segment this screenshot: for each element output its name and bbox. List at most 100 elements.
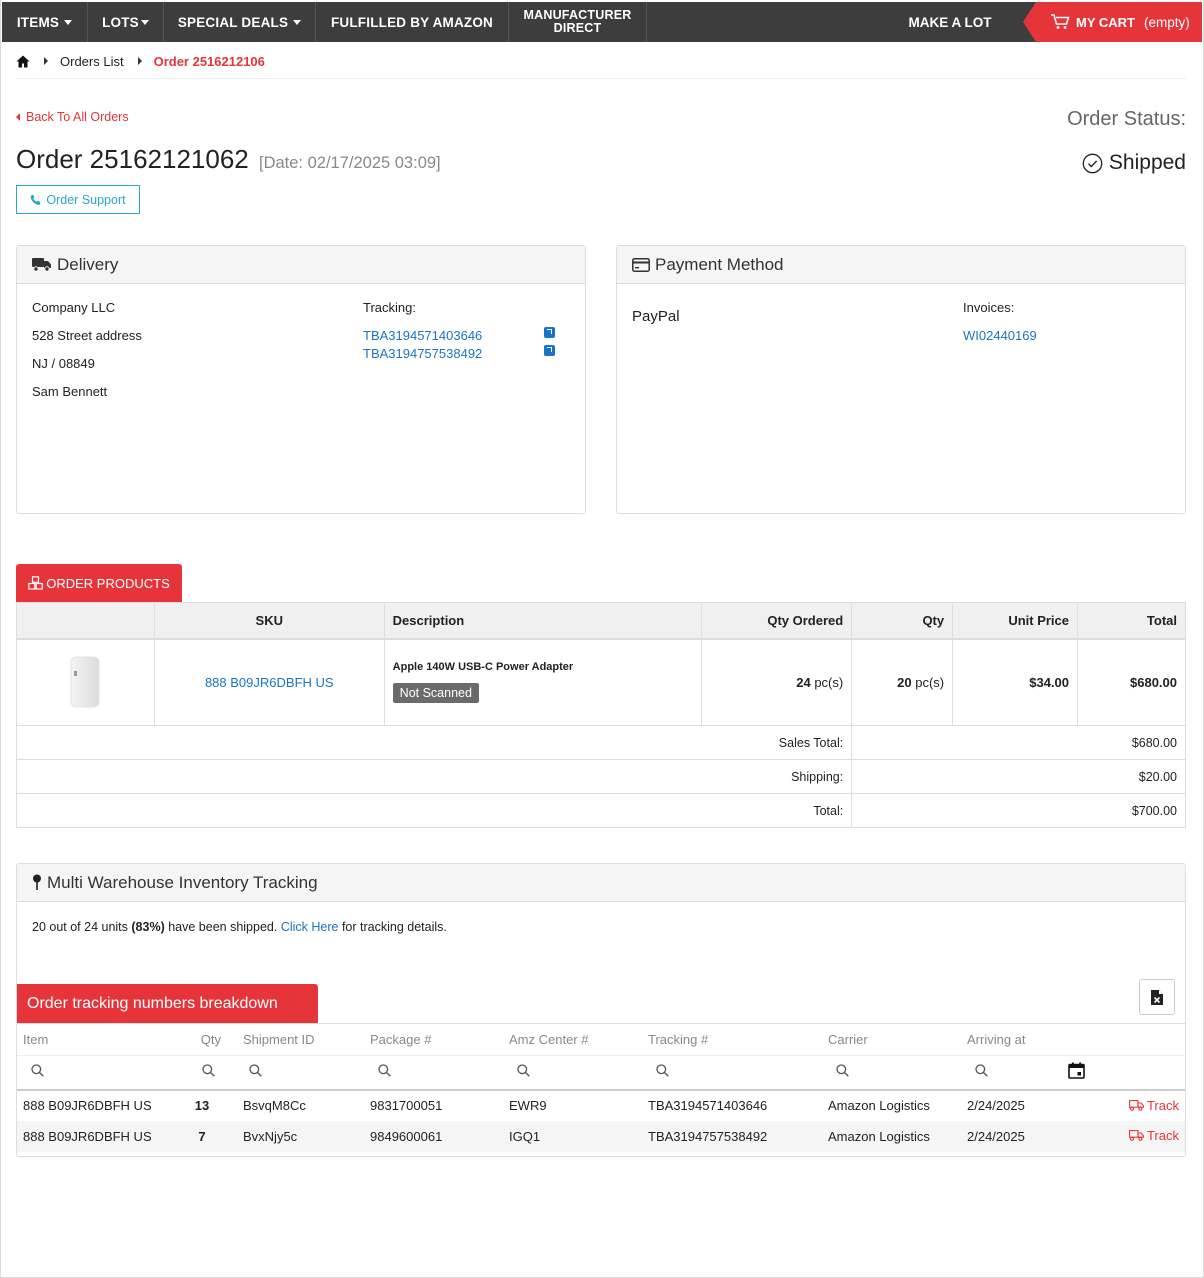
row-tracking: TBA3194757538492 [642, 1120, 822, 1152]
summary-text: have been shipped. [164, 920, 281, 934]
row-item: 888 B09JR6DBFH US [17, 1120, 177, 1152]
breadcrumb-separator-icon [137, 57, 142, 65]
nav-make-a-lot[interactable]: MAKE A LOT [894, 2, 1006, 42]
tracking-breakdown-tab[interactable]: Order tracking numbers breakdown [17, 984, 318, 1023]
arriving-filter[interactable] [961, 1055, 1068, 1091]
sales-total-value: $680.00 [851, 725, 1186, 760]
search-icon [517, 1064, 530, 1078]
nav-fba-label: FULFILLED BY AMAZON [330, 14, 494, 30]
external-link-icon[interactable] [544, 345, 555, 356]
tracking-breakdown-table: Item Qty Shipment ID Package # Amz Cente… [17, 1023, 1185, 1152]
delivery-street: 528 Street address [32, 328, 142, 343]
cubes-icon [28, 576, 44, 590]
back-to-orders-link[interactable]: Back To All Orders [16, 110, 129, 124]
nav-lots-label: LOTS [102, 14, 139, 30]
tracking-filter[interactable] [642, 1055, 822, 1091]
date-filter[interactable] [1068, 1055, 1185, 1091]
amz-center-header[interactable]: Amz Center # [503, 1023, 642, 1056]
payment-panel: Payment Method PayPal Invoices: WI024401… [616, 245, 1186, 514]
product-sku-link[interactable]: 888 B09JR6DBFH US [205, 675, 334, 690]
nav-special-deals-label: SPECIAL DEALS [177, 14, 289, 30]
summary-text: for tracking details. [338, 920, 447, 934]
row-arriving: 2/24/2025 [967, 1098, 1025, 1113]
warehouse-title: Multi Warehouse Inventory Tracking [47, 872, 318, 892]
summary-row-sales-total: Sales Total: $680.00 [15, 725, 1186, 760]
track-button[interactable]: Track [1129, 1098, 1179, 1113]
nav-manufacturer-direct[interactable]: MANUFACTURER DIRECT [509, 2, 647, 42]
order-support-button[interactable]: Order Support [16, 185, 140, 214]
row-arriving: 2/24/2025 [961, 1120, 1068, 1152]
track-label: Track [1146, 1128, 1179, 1143]
qty-value: 20 [897, 674, 912, 690]
nav-items[interactable]: ITEMS [2, 2, 88, 42]
table-row: 888 B09JR6DBFH US 7 BvxNjy5c 9849600061 … [17, 1120, 1185, 1152]
external-link-icon[interactable] [544, 327, 555, 338]
order-number: Order 25162121062 [16, 144, 249, 174]
page-title: Order 25162121062 [Date: 02/17/2025 03:0… [16, 144, 441, 175]
breadcrumb-orders-list[interactable]: Orders List [60, 54, 124, 69]
file-excel-icon [1151, 989, 1163, 1005]
order-products-table: SKU Description Qty Ordered Qty Unit Pri… [15, 602, 1186, 828]
tracking-header[interactable]: Tracking # [642, 1023, 822, 1056]
package-filter[interactable] [364, 1055, 503, 1091]
summary-text: 20 out of 24 units [32, 920, 132, 934]
table-row: 888 B09JR6DBFH US 13 BsvqM8Cc 9831700051… [17, 1090, 1185, 1121]
package-header[interactable]: Package # [364, 1023, 503, 1056]
invoices-label: Invoices: [963, 300, 1015, 315]
qty-ordered-header: Qty Ordered [701, 602, 853, 640]
order-products-tab[interactable]: ORDER PRODUCTS [16, 564, 182, 602]
track-button[interactable]: Track [1129, 1128, 1179, 1143]
shipment-id-header[interactable]: Shipment ID [227, 1023, 364, 1056]
truck-icon [1129, 1130, 1144, 1141]
product-image[interactable] [63, 653, 107, 711]
phone-icon [30, 194, 41, 205]
search-icon [975, 1064, 988, 1078]
total-label: Total: [15, 793, 853, 828]
tracking-details-link[interactable]: Click Here [281, 920, 339, 934]
tracking-link[interactable]: TBA3194757538492 [363, 346, 482, 361]
cart-status: (empty) [1143, 14, 1190, 30]
payment-method: PayPal [632, 308, 680, 325]
item-filter[interactable] [17, 1055, 177, 1091]
payment-panel-header: Payment Method [617, 246, 1185, 284]
table-header-row: SKU Description Qty Ordered Qty Unit Pri… [16, 602, 1186, 640]
carrier-header[interactable]: Carrier [822, 1023, 961, 1056]
shipment-filter[interactable] [227, 1055, 364, 1091]
line-total-value: $680.00 [1077, 638, 1186, 726]
export-excel-button[interactable] [1139, 979, 1175, 1015]
filter-row [17, 1055, 1185, 1091]
row-package: 9831700051 [370, 1098, 443, 1113]
back-link-label: Back To All Orders [26, 110, 129, 124]
tracking-link[interactable]: TBA3194571403646 [363, 328, 482, 343]
divider [16, 78, 1186, 79]
nav-special-deals[interactable]: SPECIAL DEALS [164, 2, 316, 42]
action-header [1068, 1023, 1185, 1056]
invoice-link[interactable]: WI02440169 [963, 328, 1037, 343]
qty-filter[interactable] [177, 1055, 227, 1091]
chevron-down-icon [140, 19, 149, 25]
item-header[interactable]: Item [17, 1023, 177, 1056]
nav-fulfilled-by-amazon[interactable]: FULFILLED BY AMAZON [316, 2, 509, 42]
order-status-label: Order Status: [1067, 108, 1186, 130]
unit-price-value: $34.00 [952, 638, 1078, 726]
delivery-contact: Sam Bennett [32, 384, 108, 399]
search-icon [836, 1064, 849, 1078]
delivery-panel: Delivery Company LLC 528 Street address … [16, 245, 586, 514]
cart-label: MY CART [1076, 14, 1135, 30]
search-icon [249, 1064, 262, 1078]
search-icon [656, 1064, 669, 1078]
search-icon [202, 1064, 215, 1078]
amz-filter[interactable] [503, 1055, 642, 1091]
cart-button[interactable]: MY CART (empty) [1023, 2, 1202, 42]
qty-header: Qty [851, 602, 954, 640]
carrier-filter[interactable] [822, 1055, 961, 1091]
nav-lots[interactable]: LOTS [88, 2, 164, 42]
check-circle-icon [1082, 153, 1103, 173]
row-tracking: TBA3194571403646 [648, 1098, 768, 1113]
row-qty: 7 [177, 1120, 227, 1152]
shipping-label: Shipping: [15, 759, 853, 794]
chevron-down-icon [293, 19, 302, 25]
arriving-header[interactable]: Arriving at [961, 1023, 1068, 1056]
qty-header[interactable]: Qty [177, 1023, 227, 1056]
home-icon[interactable] [16, 55, 30, 68]
